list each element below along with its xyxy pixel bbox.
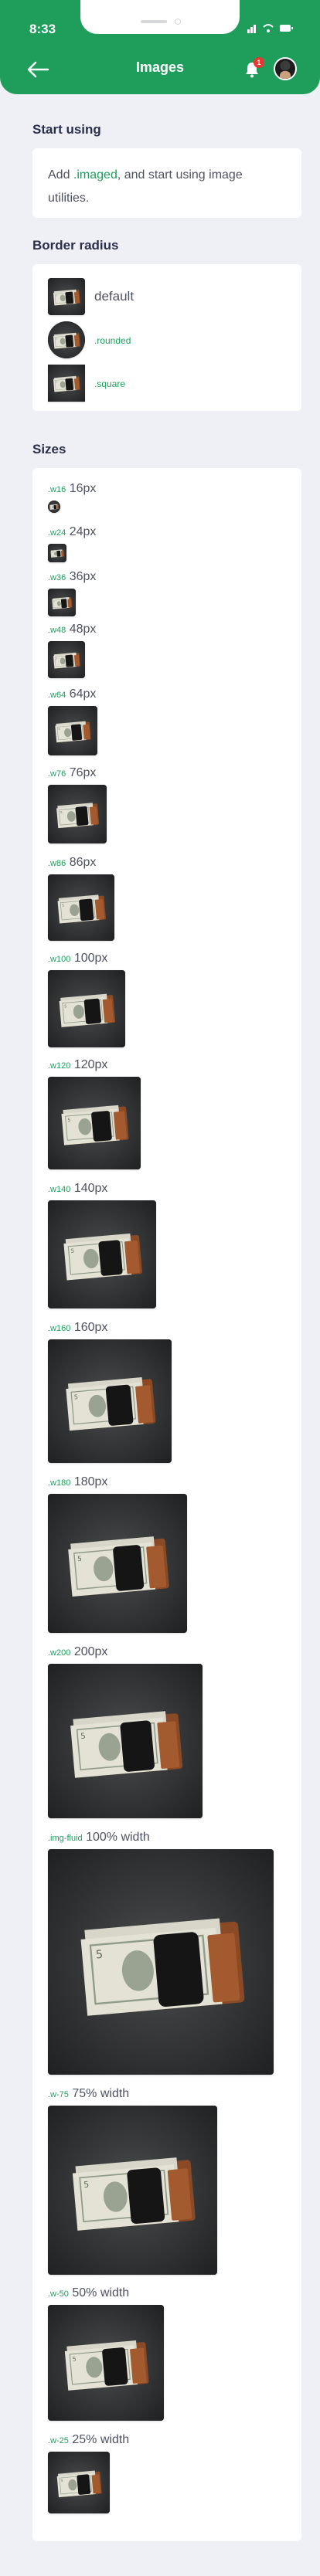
image-w64 (48, 706, 97, 755)
size-label-w75: .w-75 75% width (48, 2087, 130, 2100)
size-label-48: .w48 48px (48, 623, 97, 636)
size-label-w25: .w-25 25% width (48, 2433, 130, 2446)
status-icons (247, 24, 293, 33)
image-w200 (48, 1664, 203, 1818)
size-label-img-fluid: .img-fluid 100% width (48, 1831, 150, 1844)
battery-icon (280, 25, 293, 32)
image-w-50 (48, 2305, 164, 2421)
notification-badge: 1 (254, 57, 264, 68)
wifi-icon (263, 24, 274, 32)
start-using-text: Add .imaged, and start using image utili… (48, 168, 243, 205)
label-rounded: .rounded (94, 335, 131, 346)
size-label-24: .w24 24px (48, 525, 97, 538)
size-label-180: .w180 180px (48, 1475, 108, 1488)
image-w76 (48, 785, 107, 843)
image-w24 (48, 544, 66, 562)
image-w86 (48, 874, 114, 941)
size-label-120: .w120 120px (48, 1058, 108, 1071)
signal-icon (247, 25, 256, 33)
page-title: Images (135, 59, 185, 75)
size-label-160: .w160 160px (48, 1321, 108, 1334)
status-time: 8:33 (29, 22, 56, 36)
app-header: 8:33 Images 1 (0, 0, 320, 94)
image-w16 (48, 501, 60, 513)
section-title-start-using: Start using (32, 122, 101, 137)
size-label-76: .w76 76px (48, 766, 97, 779)
image-w180 (48, 1494, 187, 1633)
image-square (48, 365, 85, 402)
image-w140 (48, 1200, 156, 1308)
avatar[interactable] (274, 57, 297, 80)
image-rounded (48, 321, 85, 358)
size-label-140: .w140 140px (48, 1182, 108, 1195)
image-w100 (48, 970, 125, 1047)
image-w-25 (48, 2452, 110, 2513)
device-notch (80, 0, 240, 34)
size-label-16: .w16 16px (48, 482, 97, 495)
label-default: default (94, 289, 134, 304)
size-label-86: .w86 86px (48, 856, 97, 869)
image-w160 (48, 1339, 172, 1463)
image-w120 (48, 1077, 141, 1169)
image-default-radius (48, 278, 85, 315)
image-w36 (48, 589, 76, 616)
image-img-fluid (48, 1849, 274, 2075)
image-w48 (48, 641, 85, 678)
size-label-100: .w100 100px (48, 952, 108, 965)
size-label-64: .w64 64px (48, 687, 97, 701)
section-title-sizes: Sizes (32, 442, 66, 456)
label-square: .square (94, 378, 126, 389)
size-label-200: .w200 200px (48, 1645, 108, 1658)
code-imaged: .imaged (73, 168, 117, 182)
image-w-75 (48, 2106, 217, 2275)
size-label-w50: .w-50 50% width (48, 2286, 130, 2299)
size-label-36: .w36 36px (48, 570, 97, 583)
section-title-border-radius: Border radius (32, 238, 119, 253)
